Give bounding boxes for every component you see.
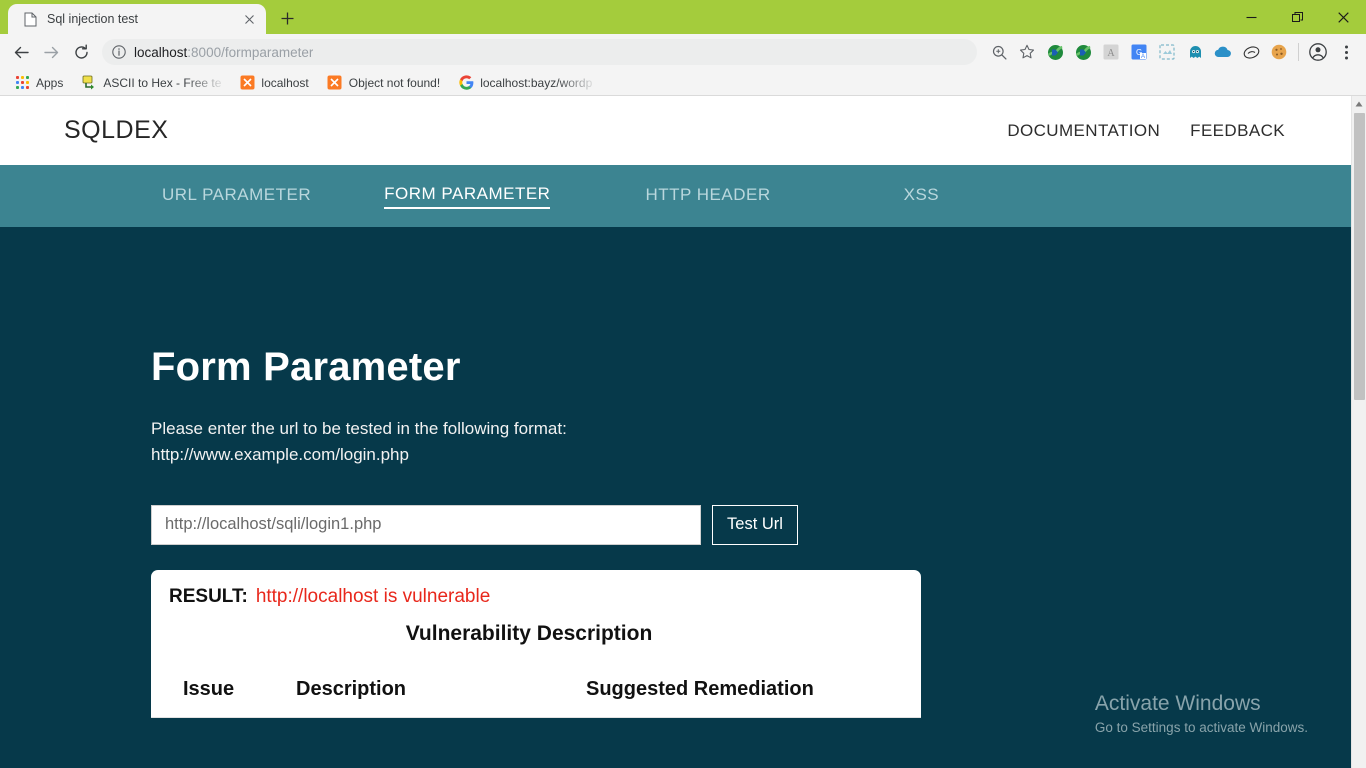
url-test-form: Test Url [151,504,1351,545]
scrollbar-thumb[interactable] [1354,113,1365,400]
nav-link-feedback[interactable]: FEEDBACK [1190,121,1285,141]
page-viewport: SQLDEX DOCUMENTATION FEEDBACK URL PARAME… [0,96,1366,768]
tab-http-header[interactable]: HTTP HEADER [645,185,770,208]
address-bar-url: localhost:8000/formparameter [134,45,313,60]
column-header-issue: Issue [151,669,296,718]
close-icon[interactable] [240,10,258,28]
address-bar-host: localhost [134,44,188,60]
idm-extension-icon[interactable] [1041,38,1069,66]
section-tabs-bar: URL PARAMETER FORM PARAMETER HTTP HEADER… [0,165,1351,227]
bookmark-label: ASCII to Hex - Free te [103,75,222,90]
column-header-suggested-remediation: Suggested Remediation [586,669,921,718]
header-nav: DOCUMENTATION FEEDBACK [1007,121,1351,141]
bookmark-label: Object not found! [348,75,441,90]
bookmark-localhost[interactable]: localhost [233,73,314,93]
page-description-line1: Please enter the url to be tested in the… [151,419,567,438]
web-page: SQLDEX DOCUMENTATION FEEDBACK URL PARAME… [0,96,1351,768]
arrow-forward-icon[interactable] [36,37,66,67]
account-circle-icon[interactable] [1304,38,1332,66]
bookmark-localhost-bayz[interactable]: localhost:bayz/wordp [452,73,598,93]
address-bar[interactable]: localhost:8000/formparameter [102,39,977,65]
tab-strip: Sql injection test [0,3,1228,34]
result-label: RESULT: [169,585,248,607]
ghost-extension-icon[interactable] [1181,38,1209,66]
column-header-description: Description [296,669,586,718]
screenshot-extension-icon[interactable] [1153,38,1181,66]
zoom-in-icon[interactable] [985,38,1013,66]
svg-text:A: A [1107,48,1115,59]
arrow-back-icon[interactable] [6,37,36,67]
browser-titlebar: Sql injection test [0,0,1366,34]
page-title: Form Parameter [151,345,461,389]
google-icon [458,75,474,91]
ascii-tool-icon [81,75,97,91]
browser-window: Sql injection test localhost:8000/formpa… [0,0,1366,768]
cloud-extension-icon[interactable] [1209,38,1237,66]
bookmarks-bar: Apps ASCII to Hex - Free te localhost Ob… [0,70,1366,96]
result-line: RESULT: http://localhost is vulnerable [151,586,921,608]
apps-grid-icon [14,75,30,91]
idm-extension-icon-2[interactable] [1069,38,1097,66]
restore-icon[interactable] [1274,1,1320,33]
xampp-icon [327,75,343,91]
tab-url-parameter[interactable]: URL PARAMETER [162,185,311,208]
table-header-row: Issue Description Suggested Remediation [151,669,921,718]
watermark-title: Activate Windows [1094,691,1261,715]
vulnerability-description-title: Vulnerability Description [405,621,653,645]
main-content: Form Parameter Please enter the url to b… [0,227,1351,718]
nav-link-documentation[interactable]: DOCUMENTATION [1007,121,1160,141]
bookmark-apps[interactable]: Apps [8,73,69,93]
toolbar-divider [1298,43,1299,61]
watermark-subtitle: Go to Settings to activate Windows. [1094,720,1308,735]
three-dot-menu-icon[interactable] [1332,38,1360,66]
address-bar-path: :8000/formparameter [187,44,314,60]
bookmark-label: localhost [261,75,309,90]
cookie-extension-icon[interactable] [1265,38,1293,66]
bookmark-label: Apps [36,75,64,90]
tab-xss[interactable]: XSS [904,185,940,208]
tab-form-parameter[interactable]: FORM PARAMETER [384,184,551,209]
bookmark-ascii-to-hex[interactable]: ASCII to Hex - Free te [75,73,227,93]
browser-toolbar: localhost:8000/formparameter A GA [0,34,1366,70]
toolbar-icons: A GA [985,38,1360,66]
minimize-icon[interactable] [1228,1,1274,33]
svg-text:A: A [1141,54,1145,60]
url-input[interactable] [151,504,701,545]
test-url-button[interactable]: Test Url [712,504,798,545]
window-controls [1228,0,1366,34]
new-tab-button[interactable] [272,3,302,33]
google-translate-icon[interactable]: GA [1125,38,1153,66]
vulnerability-table: Issue Description Suggested Remediation [151,669,921,718]
site-brand[interactable]: SQLDEX [64,116,168,145]
page-scrollbar[interactable] [1351,96,1366,768]
result-value: http://localhost is vulnerable [255,585,491,607]
page-description-line2: http://www.example.com/login.php [151,445,409,465]
xampp-icon [239,75,255,91]
result-panel: RESULT: http://localhost is vulnerable V… [151,569,921,718]
browser-tab-title: Sql injection test [47,12,139,26]
reload-icon[interactable] [66,37,96,67]
bookmark-label: localhost:bayz/wordp [480,75,593,90]
browser-tab[interactable]: Sql injection test [8,4,266,34]
windows-activation-watermark: Activate Windows Go to Settings to activ… [1095,691,1308,735]
section-tabs: URL PARAMETER FORM PARAMETER HTTP HEADER… [0,184,1351,209]
scroll-up-arrow-icon[interactable] [1352,96,1366,111]
close-window-icon[interactable] [1320,1,1366,33]
page-icon [22,11,38,27]
bookmark-object-not-found[interactable]: Object not found! [321,73,446,93]
adobe-acrobat-icon[interactable]: A [1097,38,1125,66]
page-description: Please enter the url to be tested in the… [151,416,1351,469]
site-header: SQLDEX DOCUMENTATION FEEDBACK [0,96,1351,165]
tag-extension-icon[interactable] [1237,38,1265,66]
star-icon[interactable] [1013,38,1041,66]
info-circle-icon[interactable] [108,41,130,63]
